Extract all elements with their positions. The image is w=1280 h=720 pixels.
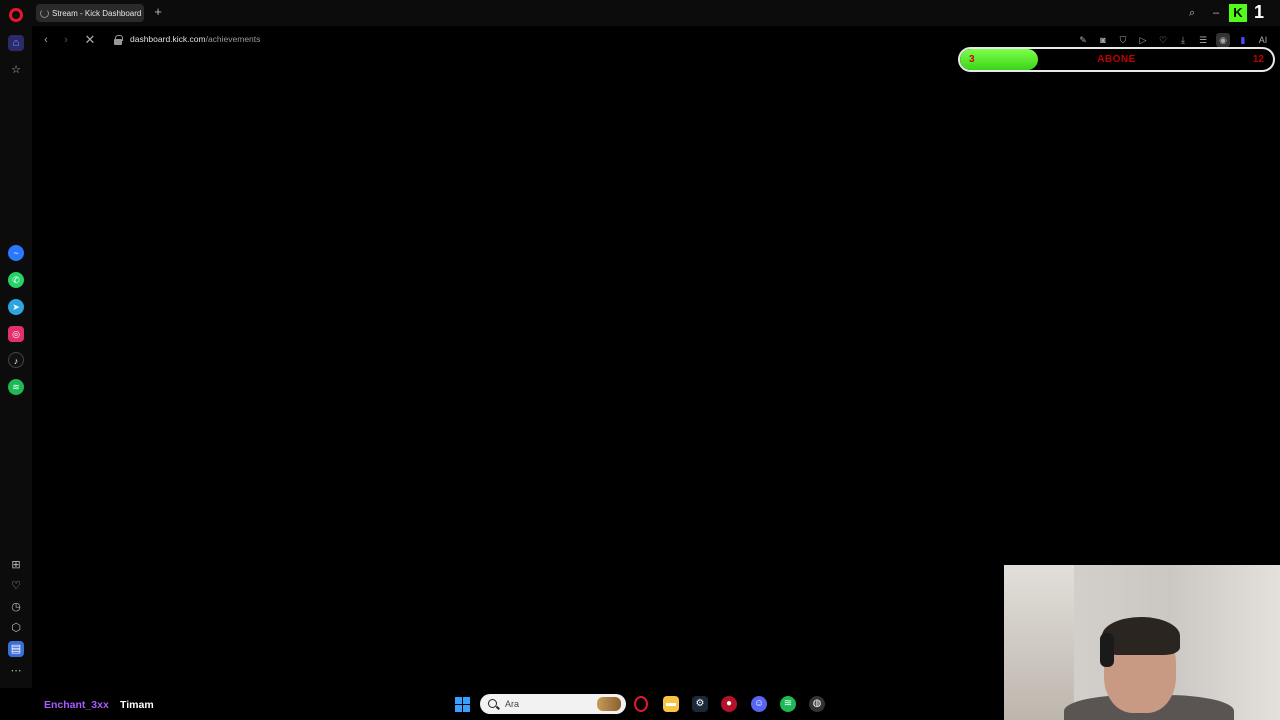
star-icon[interactable]: ☆ — [8, 62, 24, 78]
notes-icon[interactable]: ▤ — [8, 641, 24, 657]
whatsapp-icon[interactable]: ✆ — [8, 272, 24, 288]
sidebar: ⌂ ☆ ~ ✆ ➤ ◎ ♪ ≋ ⊞ ♡ ◷ ⬡ ▤ ⋯ — [0, 26, 32, 688]
discord-icon[interactable]: ☺ — [751, 696, 767, 712]
stop-loading-button[interactable]: ✕ — [82, 32, 98, 48]
ai-button[interactable]: AI — [1256, 33, 1270, 47]
url-field[interactable]: dashboard.kick.com/achievements — [130, 34, 260, 44]
spotify-taskbar-icon[interactable]: ≋ — [780, 696, 796, 712]
menu-icon[interactable]: ☰ — [1196, 33, 1210, 47]
messenger-icon[interactable]: ~ — [8, 245, 24, 261]
edit-icon[interactable]: ✎ — [1076, 33, 1090, 47]
shield-icon[interactable]: ⛉ — [1116, 33, 1130, 47]
search-icon — [488, 699, 497, 708]
new-tab-button[interactable]: + — [151, 5, 165, 19]
chat-username: Enchant_3xx — [44, 699, 109, 711]
tiktok-icon[interactable]: ♪ — [8, 352, 24, 368]
goal-label: ABONE — [1097, 54, 1136, 65]
browser-tab[interactable]: Stream - Kick Dashboard — [36, 4, 144, 22]
kick-number: 1 — [1254, 2, 1265, 22]
toolbar-icons: ✎ ◙ ⛉ ▷ ♡ ⤓ ☰ ◉ ▮ AI — [1076, 33, 1270, 47]
app-red-icon[interactable]: ● — [721, 696, 737, 712]
opera-taskbar-icon[interactable] — [634, 696, 648, 712]
extension-icon[interactable]: ▮ — [1236, 33, 1250, 47]
heart-icon[interactable]: ♡ — [8, 578, 24, 594]
cube-icon[interactable]: ⬡ — [8, 620, 24, 636]
webcam-feed — [1004, 565, 1280, 720]
lock-icon[interactable] — [114, 35, 123, 45]
search-placeholder: Ara — [505, 699, 520, 709]
download-icon[interactable]: ⤓ — [1176, 33, 1190, 47]
loading-spinner-icon — [40, 8, 49, 18]
heart-icon[interactable]: ♡ — [1156, 33, 1170, 47]
instagram-icon[interactable]: ◎ — [8, 326, 24, 342]
webcam-shelf — [1004, 565, 1074, 720]
spotify-icon[interactable]: ≋ — [8, 379, 24, 395]
tab-title: Stream - Kick Dashboard — [52, 8, 142, 18]
subscriber-goal-bar: 3 ABONE 12 — [958, 47, 1275, 72]
more-icon[interactable]: ⋯ — [8, 663, 24, 679]
url-path: /achievements — [205, 34, 261, 44]
taskbar-search[interactable]: Ara — [480, 694, 626, 714]
tab-bar: Stream - Kick Dashboard + ⌕ – K 1 — [0, 0, 1280, 26]
headset-icon — [1100, 633, 1114, 667]
windows-start-icon[interactable] — [455, 697, 470, 712]
obs-icon[interactable]: ◍ — [809, 696, 825, 712]
telegram-icon[interactable]: ➤ — [8, 299, 24, 315]
camera-icon[interactable]: ◙ — [1096, 33, 1110, 47]
taskbar: Enchant_3xx Timam Ara ▬ ⚙ ● ☺ ≋ ◍ — [0, 688, 1004, 720]
file-explorer-icon[interactable]: ▬ — [663, 696, 679, 712]
back-button[interactable]: ‹ — [38, 32, 54, 48]
goal-target-count: 12 — [1252, 54, 1264, 65]
chat-message: Timam — [120, 699, 154, 711]
grid-icon[interactable]: ⊞ — [8, 557, 24, 573]
steam-icon[interactable]: ⚙ — [692, 696, 708, 712]
play-icon[interactable]: ▷ — [1136, 33, 1150, 47]
kick-logo-icon: K — [1229, 4, 1247, 22]
search-highlight-icon — [597, 697, 621, 711]
history-icon[interactable]: ◷ — [8, 599, 24, 615]
opera-menu-icon[interactable] — [9, 8, 23, 22]
forward-button[interactable]: › — [58, 32, 74, 48]
url-host: dashboard.kick.com — [130, 34, 206, 44]
minimize-icon[interactable]: – — [1213, 4, 1219, 22]
home-icon[interactable]: ⌂ — [8, 35, 24, 51]
profile-icon[interactable]: ◉ — [1216, 33, 1230, 47]
search-tabs-icon[interactable]: ⌕ — [1189, 4, 1195, 22]
